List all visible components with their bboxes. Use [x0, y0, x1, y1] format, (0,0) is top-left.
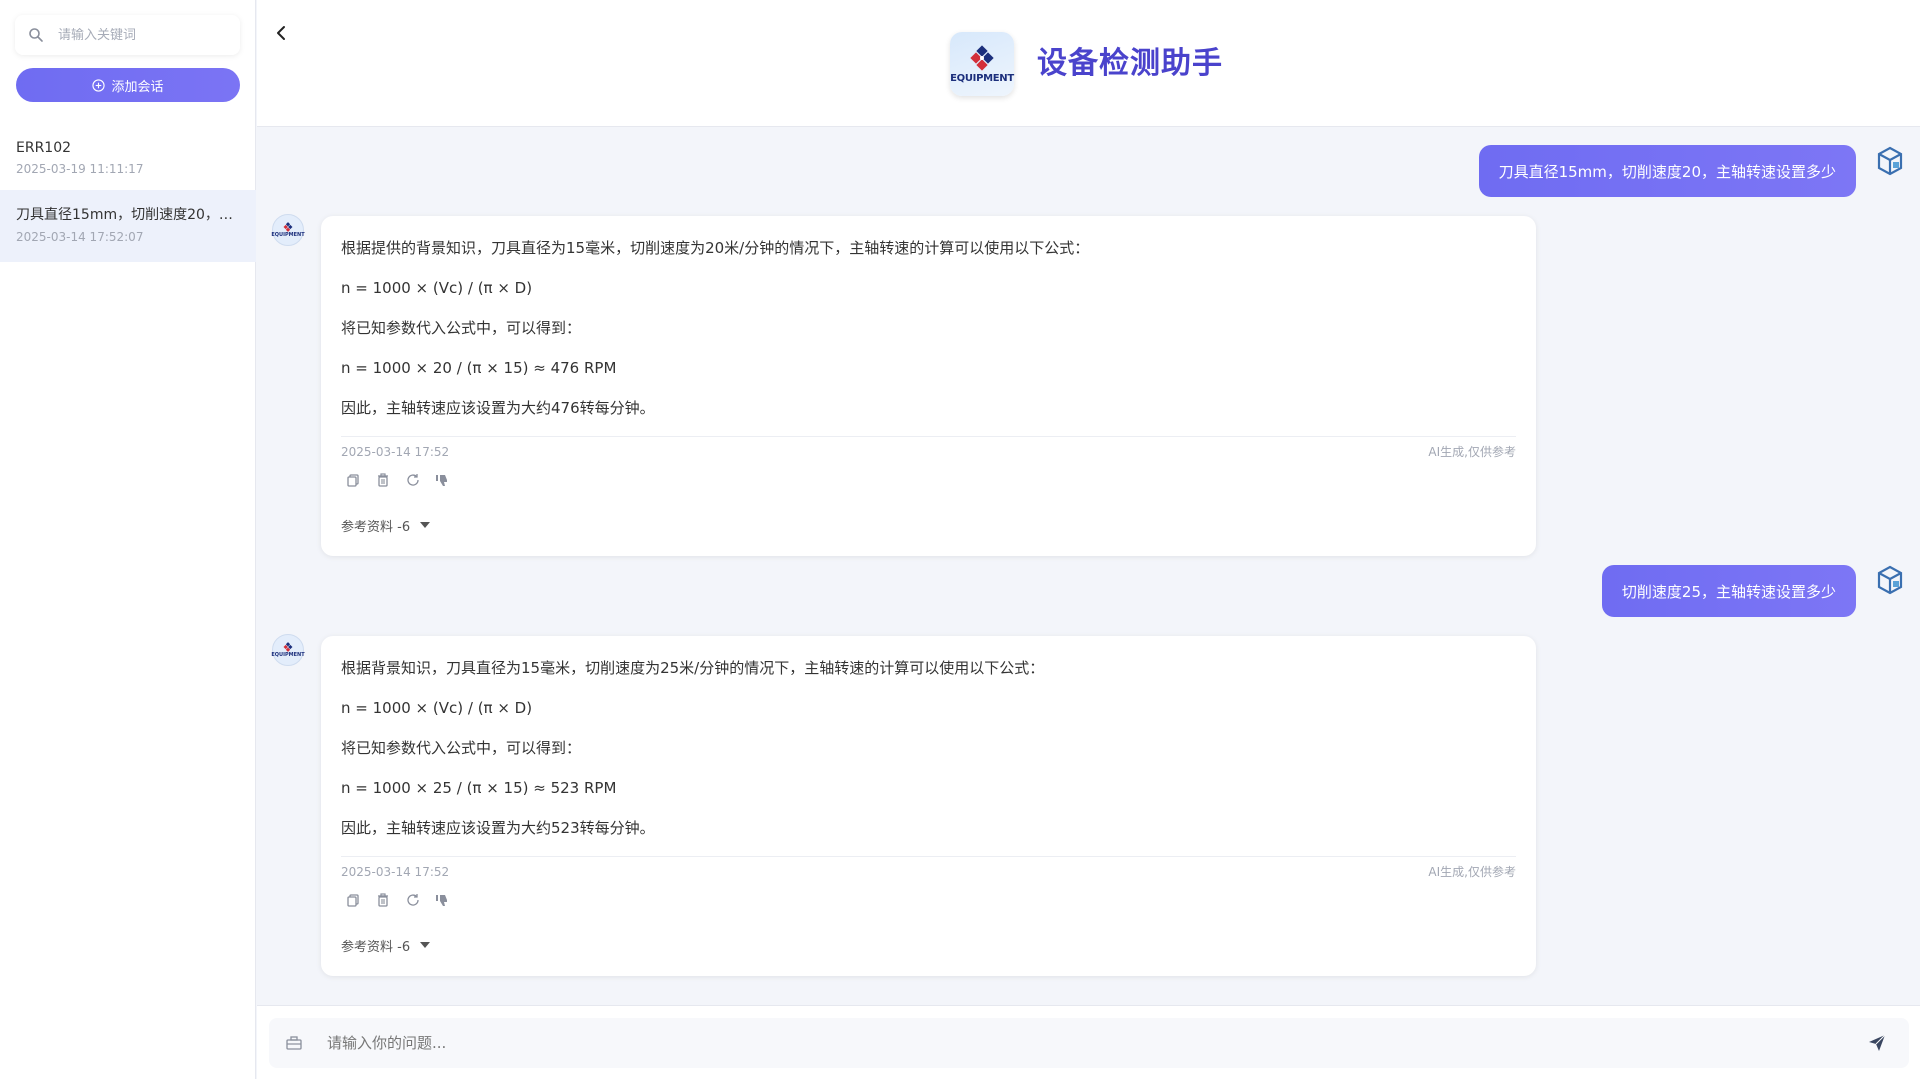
message-actions [341, 886, 1516, 914]
bot-avatar-text: EQUIPMENT [271, 652, 305, 658]
message-time: 2025-03-14 17:52 [341, 864, 450, 879]
conversation-time: 2025-03-14 17:52:07 [16, 230, 144, 244]
bot-message-line: 将已知参数代入公式中，可以得到： [341, 319, 582, 337]
bot-message-line: 因此，主轴转速应该设置为大约476转每分钟。 [341, 399, 655, 417]
caret-down-icon [420, 522, 431, 528]
thumbs-down-icon[interactable] [435, 892, 451, 908]
equipment-logo-icon [283, 222, 293, 232]
equipment-logo-icon [283, 642, 293, 652]
search-box[interactable] [15, 15, 240, 55]
chat-area[interactable]: 刀具直径15mm，切削速度20，主轴转速设置多少 EQUIPMENT 根据提供的… [257, 128, 1920, 1004]
delete-icon[interactable] [375, 472, 391, 488]
bot-message-line: 因此，主轴转速应该设置为大约523转每分钟。 [341, 819, 655, 837]
references-toggle[interactable]: 参考资料 -6 [341, 914, 1516, 976]
user-message: 刀具直径15mm，切削速度20，主轴转速设置多少 [1478, 145, 1856, 197]
conversation-time: 2025-03-19 11:11:17 [16, 162, 144, 176]
references-label: 参考资料 -6 [341, 939, 411, 955]
thumbs-down-icon[interactable] [435, 472, 451, 488]
bot-avatar: EQUIPMENT [271, 214, 305, 246]
question-input[interactable] [327, 1034, 1867, 1052]
toolbox-icon[interactable] [285, 1034, 303, 1052]
bot-message-line: 根据提供的背景知识，刀具直径为15毫米，切削速度为20米/分钟的情况下，主轴转速… [341, 239, 1090, 257]
message-meta: 2025-03-14 17:52 AI生成,仅供参考 [341, 856, 1516, 886]
equipment-logo-icon [970, 44, 994, 71]
caret-down-icon [420, 942, 431, 948]
message-actions [341, 466, 1516, 494]
references-label: 参考资料 -6 [341, 519, 411, 535]
bot-message-line: 根据背景知识，刀具直径为15毫米，切削速度为25米/分钟的情况下，主轴转速的计算… [341, 659, 1045, 677]
input-bar [257, 1005, 1920, 1079]
refresh-icon[interactable] [405, 472, 421, 488]
refresh-icon[interactable] [405, 892, 421, 908]
user-avatar-icon [1877, 146, 1903, 176]
bot-avatar: EQUIPMENT [271, 634, 305, 666]
user-avatar-icon [1877, 565, 1903, 595]
bot-message-line: n = 1000 × (Vc) / (π × D) [341, 699, 533, 717]
user-message-text: 刀具直径15mm，切削速度20，主轴转速设置多少 [1498, 162, 1836, 181]
chevron-left-icon[interactable] [271, 22, 293, 44]
search-input[interactable] [58, 27, 228, 43]
message-meta: 2025-03-14 17:52 AI生成,仅供参考 [341, 436, 1516, 466]
user-message-text: 切削速度25，主轴转速设置多少 [1621, 582, 1836, 601]
bot-avatar-text: EQUIPMENT [271, 232, 305, 238]
conversation-title: ERR102 [16, 140, 72, 156]
bot-message-line: n = 1000 × (Vc) / (π × D) [341, 279, 533, 297]
ai-disclaimer: AI生成,仅供参考 [1428, 445, 1516, 459]
add-conversation-label: 添加会话 [111, 79, 164, 95]
conversation-title: 刀具直径15mm，切削速度20，主轴转速设置多少 [16, 207, 240, 223]
bot-message-line: 将已知参数代入公式中，可以得到： [341, 739, 582, 757]
send-icon[interactable] [1867, 1033, 1887, 1053]
delete-icon[interactable] [375, 892, 391, 908]
page-title: 设备检测助手 [1037, 46, 1223, 81]
bot-message-card: 根据背景知识，刀具直径为15毫米，切削速度为25米/分钟的情况下，主轴转速的计算… [321, 636, 1536, 976]
add-conversation-button[interactable]: 添加会话 [16, 68, 240, 102]
conversation-item-active[interactable]: 刀具直径15mm，切削速度20，主轴转速设置多少 2025-03-14 17:5… [0, 190, 256, 262]
bot-message-line: n = 1000 × 25 / (π × 15) ≈ 523 RPM [341, 779, 617, 797]
logo-text: EQUIPMENT [950, 72, 1014, 84]
copy-icon[interactable] [345, 892, 361, 908]
copy-icon[interactable] [345, 472, 361, 488]
plus-circle-icon [92, 78, 106, 92]
question-input-wrapper[interactable] [269, 1018, 1909, 1068]
ai-disclaimer: AI生成,仅供参考 [1428, 865, 1516, 879]
conversation-item[interactable]: ERR102 2025-03-19 11:11:17 [0, 126, 256, 198]
header: EQUIPMENT 设备检测助手 [257, 0, 1920, 127]
sidebar: 添加会话 ERR102 2025-03-19 11:11:17 刀具直径15mm… [0, 0, 256, 1079]
user-message: 切削速度25，主轴转速设置多少 [1601, 565, 1856, 617]
app-logo: EQUIPMENT [950, 32, 1014, 96]
bot-message-line: n = 1000 × 20 / (π × 15) ≈ 476 RPM [341, 359, 617, 377]
message-time: 2025-03-14 17:52 [341, 444, 450, 459]
bot-message-card: 根据提供的背景知识，刀具直径为15毫米，切削速度为20米/分钟的情况下，主轴转速… [321, 216, 1536, 556]
search-icon [29, 28, 43, 42]
references-toggle[interactable]: 参考资料 -6 [341, 494, 1516, 556]
